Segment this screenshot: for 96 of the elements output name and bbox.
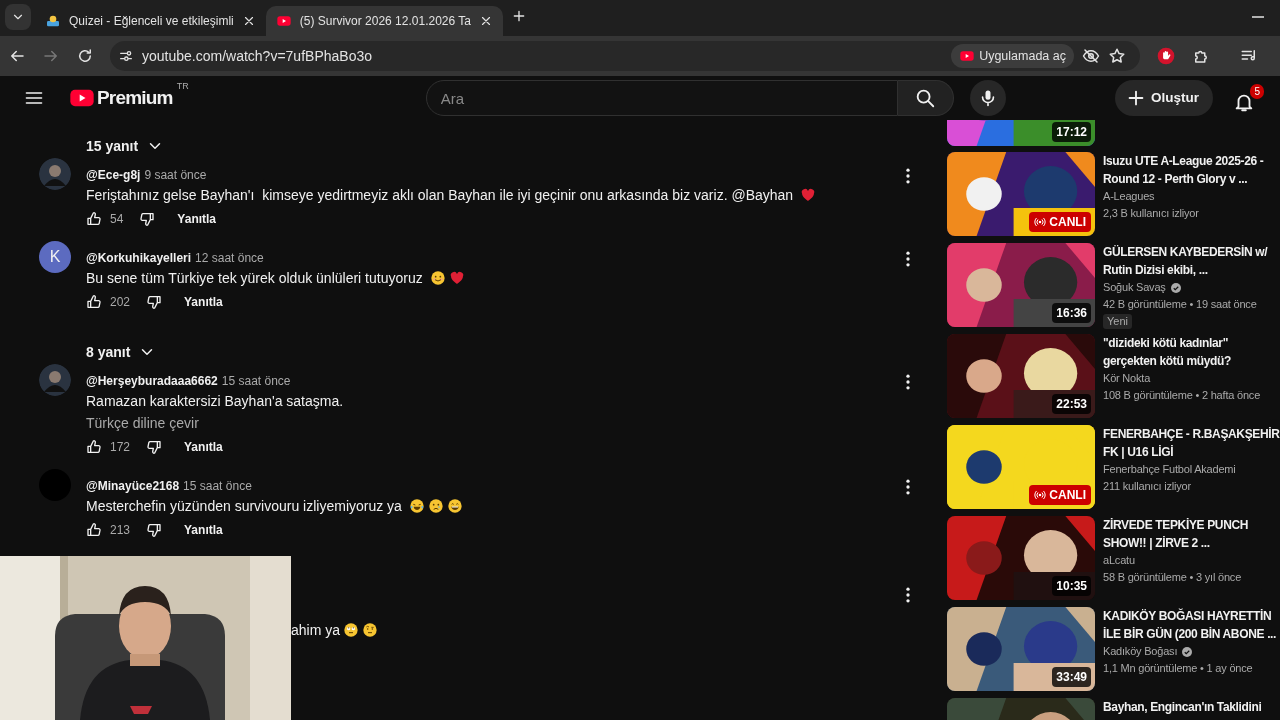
like-count: 54 — [110, 211, 124, 228]
reload-button[interactable] — [76, 47, 94, 65]
thumbs-down-icon[interactable] — [146, 294, 163, 310]
quiz-logo-icon — [45, 13, 61, 29]
video-meta: 42 B görüntüleme • 19 saat önce — [1103, 297, 1257, 312]
video-meta: 2,3 B kullanıcı izliyor — [1103, 206, 1199, 221]
video-title[interactable]: KADIKÖY BOĞASI HAYRETTİN İLE BİR GÜN (200 BİN ABONE ... — [1103, 607, 1280, 643]
new-badge: Yeni — [1103, 314, 1132, 329]
broadcast-icon — [1034, 216, 1047, 228]
video-title[interactable]: ZİRVEDE TEPKİYE PUNCH SHOW!! | ZİRVE 2 ... — [1103, 516, 1280, 552]
video-title[interactable]: FENERBAHÇE - R.BAŞAKŞEHİR FK | U16 LİGİ — [1103, 425, 1280, 461]
video-title[interactable]: Bayhan, Engincan'ın Taklidini — [1103, 698, 1263, 720]
thumbs-down-icon[interactable] — [139, 211, 156, 227]
grinning-emoji-icon — [446, 498, 463, 514]
site-info-icon[interactable] — [118, 48, 134, 64]
region-label: TR — [176, 80, 189, 93]
translate-link[interactable]: Türkçe diline çevir — [86, 412, 344, 434]
thumbs-up-icon[interactable] — [86, 294, 102, 310]
reload-icon — [76, 47, 94, 65]
like-count: 172 — [110, 439, 131, 456]
video-meta: 108 B görüntüleme • 2 hafta önce — [1103, 388, 1261, 403]
comment-text: Mesterchefin yüzünden survivouru izliyemiyoruz ya — [86, 495, 463, 517]
comment-author[interactable]: @Herşeyburadaaa6662 — [86, 372, 218, 390]
avatar — [39, 364, 71, 396]
live-badge: CANLI — [1029, 485, 1091, 505]
thumbs-down-icon[interactable] — [146, 522, 163, 538]
search-icon — [914, 87, 937, 109]
channel-name[interactable]: Fenerbahçe Futbol Akademi — [1103, 461, 1236, 478]
replies-toggle[interactable]: 15 yanıt — [86, 135, 165, 157]
smiling-emoji-icon — [429, 270, 446, 286]
raised-eyebrow-emoji-icon — [362, 622, 379, 638]
comment-author[interactable]: @Minayüce2168 — [86, 477, 180, 495]
search-button[interactable] — [897, 80, 954, 116]
comment-text: Ramazan karaktersizi Bayhan'a sataşma. — [86, 392, 344, 411]
channel-name[interactable]: Kadıköy Boğası — [1103, 643, 1178, 660]
eye-off-icon[interactable] — [1082, 47, 1100, 65]
comment-time[interactable]: 15 saat önce — [221, 372, 291, 390]
hand-icon[interactable] — [1156, 46, 1176, 66]
video-duration: 22:53 — [1052, 394, 1091, 414]
video-title[interactable]: "dizideki kötü kadınlar" gerçekten kötü müydü? — [1103, 334, 1280, 370]
comment-text: Feriştahınız gelse Bayhan'ı kimseye yedirtmeyiz aklı olan Bayhan ile iyi geçinir onu arkasında biz variz. @Bayhan — [86, 184, 816, 206]
replies-toggle[interactable]: 8 yanıt — [86, 341, 157, 363]
notifications-button[interactable]: 5 — [1229, 83, 1264, 113]
youtube-logo-icon — [959, 48, 976, 64]
comment-text: Bu sene tüm Türkiye tek yürek olduk ünlüleri tutuyoruz — [86, 267, 465, 289]
search-field[interactable]: Ara — [425, 80, 898, 116]
comment-text: ahim ya — [291, 619, 379, 641]
star-icon[interactable] — [1108, 47, 1126, 65]
video-meta: 1,1 Mn görüntüleme • 1 ay önce — [1103, 661, 1253, 676]
channel-name[interactable]: aLcatu — [1103, 552, 1135, 569]
channel-name[interactable]: Soğuk Savaş — [1103, 279, 1166, 296]
comment-time[interactable]: 9 saat önce — [144, 166, 207, 184]
video-meta: 211 kullanıcı izliyor — [1103, 479, 1191, 494]
like-count: 213 — [110, 522, 131, 539]
youtube-logo-icon — [275, 13, 292, 29]
crying-emoji-icon — [427, 498, 444, 514]
create-button[interactable]: Oluştur — [1115, 80, 1213, 116]
reply-button[interactable]: Yanıtla — [170, 293, 237, 311]
video-title[interactable]: Isuzu UTE A-League 2025-26 - Round 12 - Perth Glory v ... — [1103, 152, 1280, 188]
reply-button[interactable]: Yanıtla — [170, 438, 237, 456]
video-title[interactable]: GÜLERSEN KAYBEDERSİN w/ Rutin Dizisi ekibi, ... — [1103, 243, 1280, 279]
video-duration: 16:36 — [1052, 303, 1091, 323]
minimize-icon — [1252, 16, 1264, 18]
thumbs-up-icon[interactable] — [86, 522, 102, 538]
comment-time[interactable]: 15 saat önce — [183, 477, 252, 495]
eye-roll-emoji-icon — [343, 622, 360, 638]
notification-count: 5 — [1250, 83, 1264, 99]
video-meta: 58 B görüntüleme • 3 yıl önce — [1103, 570, 1242, 585]
comment-author[interactable]: @Ece-g8j — [86, 166, 141, 184]
comment-author[interactable]: @Korkuhikayelleri — [86, 249, 192, 267]
address-bar[interactable]: youtube.com/watch?v=7ufBPhaBo3o Uygulamada aç — [110, 41, 1140, 71]
browser-tab[interactable]: (5) Survivor 2026 12.01.2026 Ta — [265, 6, 503, 36]
channel-name[interactable]: Kör Nokta — [1103, 370, 1151, 387]
laughing-emoji-icon — [408, 498, 425, 514]
thumbs-up-icon[interactable] — [86, 211, 102, 227]
video-duration: 17:12 — [1052, 122, 1091, 142]
avatar — [39, 158, 71, 190]
voice-search-button[interactable] — [969, 80, 1006, 116]
heart-icon — [800, 187, 816, 203]
video-duration: 10:35 — [1052, 576, 1091, 596]
avatar: K — [39, 241, 71, 273]
browser-tab[interactable]: Quizei - Eğlenceli ve etkileşimli — [35, 6, 266, 36]
reply-button[interactable]: Yanıtla — [163, 210, 231, 228]
broadcast-icon — [1034, 489, 1047, 501]
heart-icon — [448, 270, 465, 286]
channel-name[interactable]: A-Leagues — [1103, 188, 1155, 205]
open-in-app-button[interactable]: Uygulamada aç — [951, 44, 1074, 68]
thumbs-down-icon[interactable] — [146, 439, 163, 455]
live-badge: CANLI — [1029, 212, 1091, 232]
reply-button[interactable]: Yanıtla — [170, 521, 237, 539]
logo-text[interactable]: Premium — [97, 84, 173, 112]
video-duration: 33:49 — [1052, 667, 1091, 687]
thumbs-up-icon[interactable] — [86, 439, 102, 455]
comment-time[interactable]: 12 saat önce — [195, 249, 264, 267]
like-count: 202 — [110, 294, 131, 311]
tab-search-button[interactable] — [5, 4, 31, 30]
